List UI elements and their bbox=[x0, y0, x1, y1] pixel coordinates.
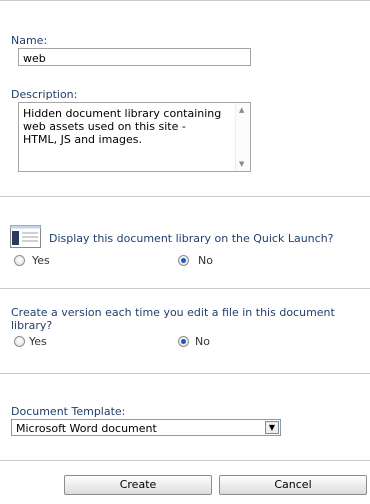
versioning-yes-label[interactable]: Yes bbox=[29, 335, 47, 348]
scroll-up-icon[interactable]: ▲ bbox=[239, 106, 244, 114]
versioning-no-radio[interactable] bbox=[178, 336, 189, 347]
cancel-button[interactable]: Cancel bbox=[219, 475, 367, 495]
chevron-down-icon[interactable]: ▼ bbox=[265, 421, 279, 434]
description-textarea[interactable]: Hidden document library containing web a… bbox=[18, 102, 251, 172]
quick-launch-no-label[interactable]: No bbox=[198, 254, 213, 267]
document-template-value: Microsoft Word document bbox=[16, 422, 157, 435]
quick-launch-yes-radio[interactable] bbox=[14, 255, 25, 266]
description-textarea-value: Hidden document library containing web a… bbox=[23, 107, 222, 146]
section-divider-3 bbox=[0, 373, 370, 374]
name-input-value: web bbox=[23, 52, 46, 65]
top-divider bbox=[0, 0, 370, 1]
create-button[interactable]: Create bbox=[64, 475, 212, 495]
quick-launch-no-radio[interactable] bbox=[178, 255, 189, 266]
quick-launch-yes-label[interactable]: Yes bbox=[32, 254, 50, 267]
versioning-question: Create a version each time you edit a fi… bbox=[11, 306, 335, 332]
versioning-no-label[interactable]: No bbox=[195, 335, 210, 348]
section-divider-4 bbox=[0, 460, 370, 461]
section-divider-2 bbox=[0, 288, 370, 289]
description-label: Description: bbox=[11, 88, 78, 101]
versioning-yes-radio[interactable] bbox=[14, 336, 25, 347]
name-input[interactable]: web bbox=[18, 48, 251, 66]
document-template-label: Document Template: bbox=[11, 405, 126, 418]
section-divider-1 bbox=[0, 196, 370, 197]
name-label: Name: bbox=[11, 34, 48, 47]
quick-launch-question: Display this document library on the Qui… bbox=[49, 232, 334, 245]
quick-launch-icon bbox=[10, 225, 41, 248]
document-template-select[interactable]: Microsoft Word document ▼ bbox=[11, 419, 281, 436]
description-scrollbar[interactable]: ▲ ▼ bbox=[235, 103, 250, 171]
scroll-down-icon[interactable]: ▼ bbox=[239, 160, 244, 168]
